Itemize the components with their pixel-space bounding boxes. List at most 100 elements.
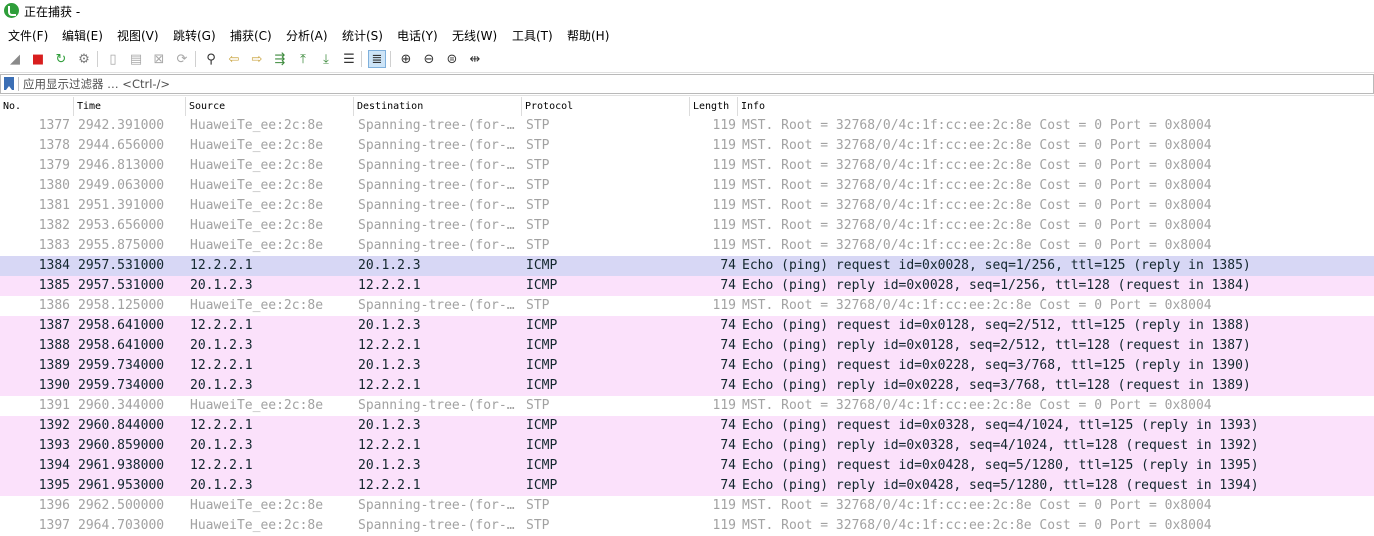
packet-protocol: STP	[526, 498, 550, 513]
menu-wireless[interactable]: 无线(W)	[452, 27, 497, 44]
go-forward-icon[interactable]: ⇨	[248, 50, 266, 68]
packet-row[interactable]: 1380 2949.063000 HuaweiTe_ee:2c:8e Spanning…	[0, 176, 1374, 196]
menu-telephony[interactable]: 电话(Y)	[397, 27, 438, 44]
auto-scroll-icon[interactable]: ☰	[340, 50, 358, 68]
column-header-destination[interactable]: Destination	[354, 97, 522, 116]
packet-row[interactable]: 1386 2958.125000 HuaweiTe_ee:2c:8e Spanning…	[0, 296, 1374, 316]
packet-row[interactable]: 1392 2960.844000 12.2.2.1 20.1.2.3 ICMP 74 Ech…	[0, 416, 1374, 436]
packet-row[interactable]: 1390 2959.734000 20.1.2.3 12.2.2.1 ICMP 74 Ech…	[0, 376, 1374, 396]
column-header-source[interactable]: Source	[186, 97, 354, 116]
zoom-in-icon[interactable]: ⊕	[397, 50, 415, 68]
packet-row[interactable]: 1394 2961.938000 12.2.2.1 20.1.2.3 ICMP 74 Ech…	[0, 456, 1374, 476]
packet-info: MST. Root = 32768/0/4c:1f:cc:ee:2c:8e Co…	[742, 498, 1212, 513]
capture-options-icon[interactable]: ⚙	[75, 50, 93, 68]
packet-time: 2961.938000	[78, 458, 165, 473]
resize-columns-icon[interactable]: ⇹	[466, 50, 484, 68]
menu-bar: 文件(F) 编辑(E) 视图(V) 跳转(G) 捕获(C) 分析(A) 统计(S…	[0, 24, 1374, 45]
menu-file[interactable]: 文件(F)	[8, 27, 48, 44]
packet-info: MST. Root = 32768/0/4c:1f:cc:ee:2c:8e Co…	[742, 178, 1212, 193]
packet-row[interactable]: 1382 2953.656000 HuaweiTe_ee:2c:8e Spanning…	[0, 216, 1374, 236]
find-packet-icon[interactable]: ⚲	[202, 50, 220, 68]
packet-protocol: ICMP	[526, 458, 558, 473]
last-packet-icon[interactable]: ⤓	[317, 50, 335, 68]
packet-time: 2962.500000	[78, 498, 165, 513]
packet-protocol: STP	[526, 218, 550, 233]
packet-destination: Spanning-tree-(for-…	[358, 518, 515, 533]
save-file-icon[interactable]: ▤	[127, 50, 145, 68]
packet-row[interactable]: 1397 2964.703000 HuaweiTe_ee:2c:8e Spanning…	[0, 516, 1374, 536]
packet-number: 1390	[38, 378, 70, 393]
packet-time: 2961.953000	[78, 478, 165, 493]
toolbar-separator	[361, 51, 362, 67]
packet-row[interactable]: 1383 2955.875000 HuaweiTe_ee:2c:8e Spanning…	[0, 236, 1374, 256]
packet-destination: 20.1.2.3	[358, 358, 421, 373]
menu-go[interactable]: 跳转(G)	[173, 27, 216, 44]
packet-row[interactable]: 1378 2944.656000 HuaweiTe_ee:2c:8e Spanning…	[0, 136, 1374, 156]
first-packet-icon[interactable]: ⤒	[294, 50, 312, 68]
packet-info: Echo (ping) request id=0x0228, seq=3/768…	[742, 358, 1251, 373]
packet-row[interactable]: 1387 2958.641000 12.2.2.1 20.1.2.3 ICMP 74 Ech…	[0, 316, 1374, 336]
menu-edit[interactable]: 编辑(E)	[62, 27, 103, 44]
menu-tools[interactable]: 工具(T)	[512, 27, 553, 44]
packet-row[interactable]: 1379 2946.813000 HuaweiTe_ee:2c:8e Spanning…	[0, 156, 1374, 176]
go-to-packet-icon[interactable]: ⇶	[271, 50, 289, 68]
packet-row[interactable]: 1393 2960.859000 20.1.2.3 12.2.2.1 ICMP 74 Ech…	[0, 436, 1374, 456]
packet-time: 2955.875000	[78, 238, 165, 253]
packet-row[interactable]: 1385 2957.531000 20.1.2.3 12.2.2.1 ICMP 74 Ech…	[0, 276, 1374, 296]
packet-row[interactable]: 1388 2958.641000 20.1.2.3 12.2.2.1 ICMP 74 Ech…	[0, 336, 1374, 356]
packet-row[interactable]: 1381 2951.391000 HuaweiTe_ee:2c:8e Spanning…	[0, 196, 1374, 216]
go-back-icon[interactable]: ⇦	[225, 50, 243, 68]
packet-length: 119	[712, 138, 736, 153]
packet-time: 2960.344000	[78, 398, 165, 413]
column-header-no[interactable]: No.	[0, 97, 74, 116]
packet-source: HuaweiTe_ee:2c:8e	[190, 218, 324, 233]
column-header-protocol[interactable]: Protocol	[522, 97, 690, 116]
packet-protocol: STP	[526, 158, 550, 173]
window-title: 正在捕获 -	[24, 5, 81, 19]
column-header-length[interactable]: Length	[690, 97, 738, 116]
packet-destination: Spanning-tree-(for-…	[358, 498, 515, 513]
packet-destination: Spanning-tree-(for-…	[358, 118, 515, 133]
packet-info: MST. Root = 32768/0/4c:1f:cc:ee:2c:8e Co…	[742, 198, 1212, 213]
colorize-icon[interactable]: ≣	[368, 50, 386, 68]
start-capture-icon[interactable]: ◢	[6, 50, 24, 68]
packet-info: Echo (ping) request id=0x0028, seq=1/256…	[742, 258, 1251, 273]
selected-packet-row[interactable]: 1384 2957.531000 12.2.2.1 20.1.2.3 ICMP 74 Ech…	[0, 256, 1374, 276]
column-header-time[interactable]: Time	[74, 97, 186, 116]
restart-capture-icon[interactable]: ↻	[52, 50, 70, 68]
reload-file-icon[interactable]: ⟳	[173, 50, 191, 68]
packet-length: 74	[720, 278, 736, 293]
packet-length: 119	[712, 198, 736, 213]
zoom-out-icon[interactable]: ⊖	[420, 50, 438, 68]
menu-help[interactable]: 帮助(H)	[567, 27, 609, 44]
packet-source: 20.1.2.3	[190, 478, 253, 493]
packet-row[interactable]: 1396 2962.500000 HuaweiTe_ee:2c:8e Spanning…	[0, 496, 1374, 516]
menu-analyze[interactable]: 分析(A)	[286, 27, 328, 44]
close-file-icon[interactable]: ⊠	[150, 50, 168, 68]
packet-source: HuaweiTe_ee:2c:8e	[190, 398, 324, 413]
display-filter-input[interactable]	[23, 76, 1363, 92]
packet-info: Echo (ping) request id=0x0328, seq=4/102…	[742, 418, 1259, 433]
packet-length: 119	[712, 118, 736, 133]
packet-number: 1380	[38, 178, 70, 193]
packet-protocol: ICMP	[526, 258, 558, 273]
column-header-info[interactable]: Info	[738, 97, 1374, 116]
packet-destination: Spanning-tree-(for-…	[358, 238, 515, 253]
stop-capture-icon[interactable]: ■	[29, 50, 47, 68]
packet-length: 74	[720, 258, 736, 273]
menu-view[interactable]: 视图(V)	[117, 27, 159, 44]
zoom-normal-icon[interactable]: ⊜	[443, 50, 461, 68]
packet-row[interactable]: 1395 2961.953000 20.1.2.3 12.2.2.1 ICMP 74 Ech…	[0, 476, 1374, 496]
packet-row[interactable]: 1391 2960.344000 HuaweiTe_ee:2c:8e Spanning…	[0, 396, 1374, 416]
open-file-icon[interactable]: ▯	[104, 50, 122, 68]
menu-capture[interactable]: 捕获(C)	[230, 27, 272, 44]
packet-protocol: STP	[526, 238, 550, 253]
filter-bookmark-icon[interactable]	[4, 77, 14, 90]
packet-length: 74	[720, 478, 736, 493]
menu-statistics[interactable]: 统计(S)	[342, 27, 383, 44]
packet-time: 2946.813000	[78, 158, 165, 173]
packet-source: 12.2.2.1	[190, 358, 253, 373]
packet-row[interactable]: 1389 2959.734000 12.2.2.1 20.1.2.3 ICMP 74 Ech…	[0, 356, 1374, 376]
packet-destination: Spanning-tree-(for-…	[358, 138, 515, 153]
packet-row[interactable]: 1377 2942.391000 HuaweiTe_ee:2c:8e Spanning…	[0, 116, 1374, 136]
